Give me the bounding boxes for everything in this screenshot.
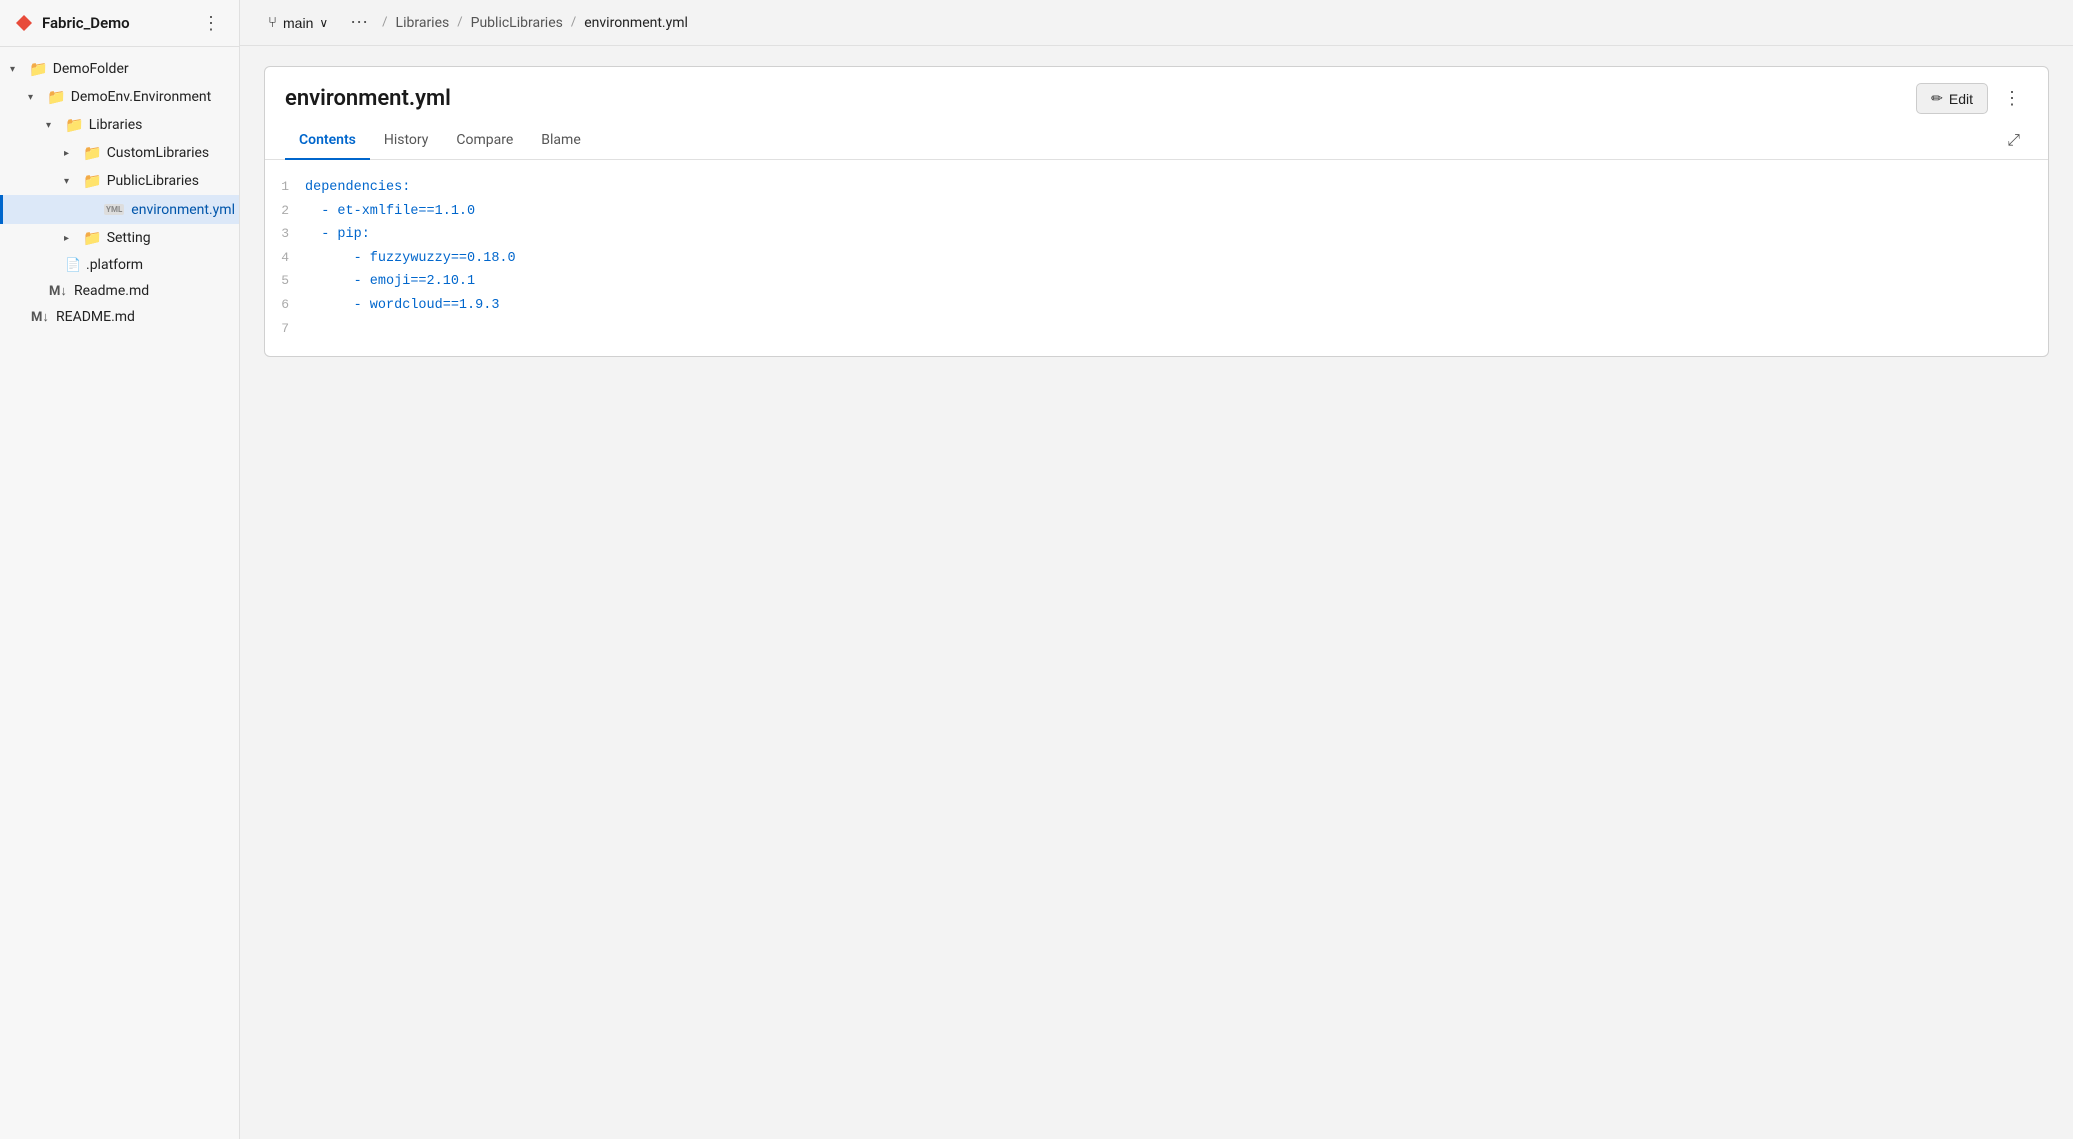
- tree-item-environment-yml[interactable]: YML environment.yml ⋮: [0, 195, 239, 224]
- line-number: 7: [265, 319, 305, 340]
- code-line-5: 5 - emoji==2.10.1: [265, 270, 2048, 294]
- line-number: 2: [265, 201, 305, 222]
- yml-icon: YML: [104, 204, 124, 215]
- sidebar: Fabric_Demo ⋮ 📁 DemoFolder 📁 DemoEnv.Env…: [0, 0, 240, 1139]
- tree-item-customlibraries[interactable]: 📁 CustomLibraries: [0, 139, 239, 167]
- edit-pencil-icon: ✏: [1931, 90, 1943, 107]
- line-content: - emoji==2.10.1: [305, 271, 475, 293]
- breadcrumb-current-file: environment.yml: [584, 15, 688, 31]
- tree-item-label: environment.yml: [131, 202, 235, 218]
- markdown-icon: M↓: [47, 283, 69, 299]
- tree-item-demofolder[interactable]: 📁 DemoFolder: [0, 55, 239, 83]
- tree-item-demoenv[interactable]: 📁 DemoEnv.Environment: [0, 83, 239, 111]
- line-content: - fuzzywuzzy==0.18.0: [305, 248, 516, 270]
- code-area: 1 dependencies: 2 - et-xmlfile==1.1.0 3 …: [265, 160, 2048, 356]
- file-more-button[interactable]: ⋮: [1996, 84, 2028, 113]
- code-line-6: 6 - wordcloud==1.9.3: [265, 294, 2048, 318]
- tab-compare[interactable]: Compare: [442, 122, 527, 160]
- tree-item-label: Libraries: [89, 117, 229, 133]
- tree-item-label: CustomLibraries: [107, 145, 229, 161]
- chevron-icon: [46, 120, 60, 131]
- folder-icon: 📁: [47, 88, 66, 106]
- tree-item-label: Setting: [107, 230, 229, 246]
- code-line-3: 3 - pip:: [265, 223, 2048, 247]
- code-line-4: 4 - fuzzywuzzy==0.18.0: [265, 247, 2048, 271]
- edit-label: Edit: [1949, 91, 1973, 107]
- code-line-2: 2 - et-xmlfile==1.1.0: [265, 200, 2048, 224]
- tab-contents[interactable]: Contents: [285, 122, 370, 160]
- line-number: 3: [265, 224, 305, 245]
- expand-button[interactable]: ⤢: [1999, 126, 2028, 156]
- line-number: 6: [265, 295, 305, 316]
- topbar: ⑂ main ∨ ⋯ / Libraries / PublicLibraries…: [240, 0, 2073, 46]
- markdown-icon: M↓: [29, 309, 51, 325]
- breadcrumb-publiclibraries[interactable]: PublicLibraries: [471, 15, 563, 31]
- tree-item-label: .platform: [86, 257, 229, 273]
- line-content: - pip:: [305, 224, 370, 246]
- branch-icon: ⑂: [268, 14, 277, 31]
- chevron-icon: [10, 64, 24, 75]
- tree-item-label: DemoFolder: [53, 61, 229, 77]
- code-line-7: 7: [265, 318, 2048, 341]
- line-number: 4: [265, 248, 305, 269]
- file-actions: ✏ Edit ⋮: [1916, 83, 2028, 114]
- content-area: environment.yml ✏ Edit ⋮ Contents Histor…: [240, 46, 2073, 1139]
- tree-item-label: DemoEnv.Environment: [71, 89, 229, 105]
- tree-item-platform[interactable]: 📄 .platform: [0, 252, 239, 278]
- chevron-down-icon: ∨: [319, 16, 328, 30]
- topbar-more-button[interactable]: ⋯: [344, 10, 374, 35]
- chevron-icon: [28, 92, 42, 103]
- chevron-icon: [64, 233, 78, 244]
- folder-icon: 📁: [65, 116, 84, 134]
- folder-icon: 📁: [83, 229, 102, 247]
- fabric-logo-icon: [14, 13, 34, 33]
- branch-label: main: [283, 15, 313, 31]
- breadcrumb-separator-2: /: [457, 15, 462, 30]
- sidebar-title: Fabric_Demo: [42, 14, 130, 32]
- sidebar-title-row: Fabric_Demo: [14, 13, 130, 33]
- tab-blame[interactable]: Blame: [527, 122, 594, 160]
- line-number: 1: [265, 177, 305, 198]
- chevron-icon: [64, 148, 78, 159]
- tree-item-label: Readme.md: [74, 283, 229, 299]
- breadcrumb-libraries[interactable]: Libraries: [396, 15, 450, 31]
- tree-item-readme-md[interactable]: M↓ Readme.md: [0, 278, 239, 304]
- file-tree: 📁 DemoFolder 📁 DemoEnv.Environment 📁 Lib…: [0, 47, 239, 1139]
- code-line-1: 1 dependencies:: [265, 176, 2048, 200]
- line-number: 5: [265, 271, 305, 292]
- file-icon: 📄: [65, 258, 81, 273]
- chevron-icon: [64, 176, 78, 187]
- line-content: dependencies:: [305, 177, 410, 199]
- tree-item-README-md[interactable]: M↓ README.md: [0, 304, 239, 330]
- line-content: - wordcloud==1.9.3: [305, 295, 499, 317]
- tree-item-publiclibraries[interactable]: 📁 PublicLibraries: [0, 167, 239, 195]
- tree-item-libraries[interactable]: 📁 Libraries: [0, 111, 239, 139]
- folder-icon: 📁: [83, 144, 102, 162]
- sidebar-more-button[interactable]: ⋮: [197, 12, 225, 34]
- branch-selector-button[interactable]: ⑂ main ∨: [260, 10, 336, 35]
- line-content: - et-xmlfile==1.1.0: [305, 201, 475, 223]
- folder-icon: 📁: [83, 172, 102, 190]
- folder-icon: 📁: [29, 60, 48, 78]
- breadcrumb-separator-1: /: [382, 15, 387, 30]
- file-title: environment.yml: [285, 86, 451, 111]
- tree-item-label: README.md: [56, 309, 229, 325]
- file-tabs: Contents History Compare Blame ⤢: [265, 122, 2048, 160]
- file-view: environment.yml ✏ Edit ⋮ Contents Histor…: [264, 66, 2049, 357]
- tree-item-label: PublicLibraries: [107, 173, 229, 189]
- tab-history[interactable]: History: [370, 122, 443, 160]
- main-panel: ⑂ main ∨ ⋯ / Libraries / PublicLibraries…: [240, 0, 2073, 1139]
- file-view-header: environment.yml ✏ Edit ⋮: [265, 67, 2048, 122]
- sidebar-header: Fabric_Demo ⋮: [0, 0, 239, 47]
- edit-button[interactable]: ✏ Edit: [1916, 83, 1988, 114]
- breadcrumb-separator-3: /: [571, 15, 576, 30]
- tree-item-setting[interactable]: 📁 Setting: [0, 224, 239, 252]
